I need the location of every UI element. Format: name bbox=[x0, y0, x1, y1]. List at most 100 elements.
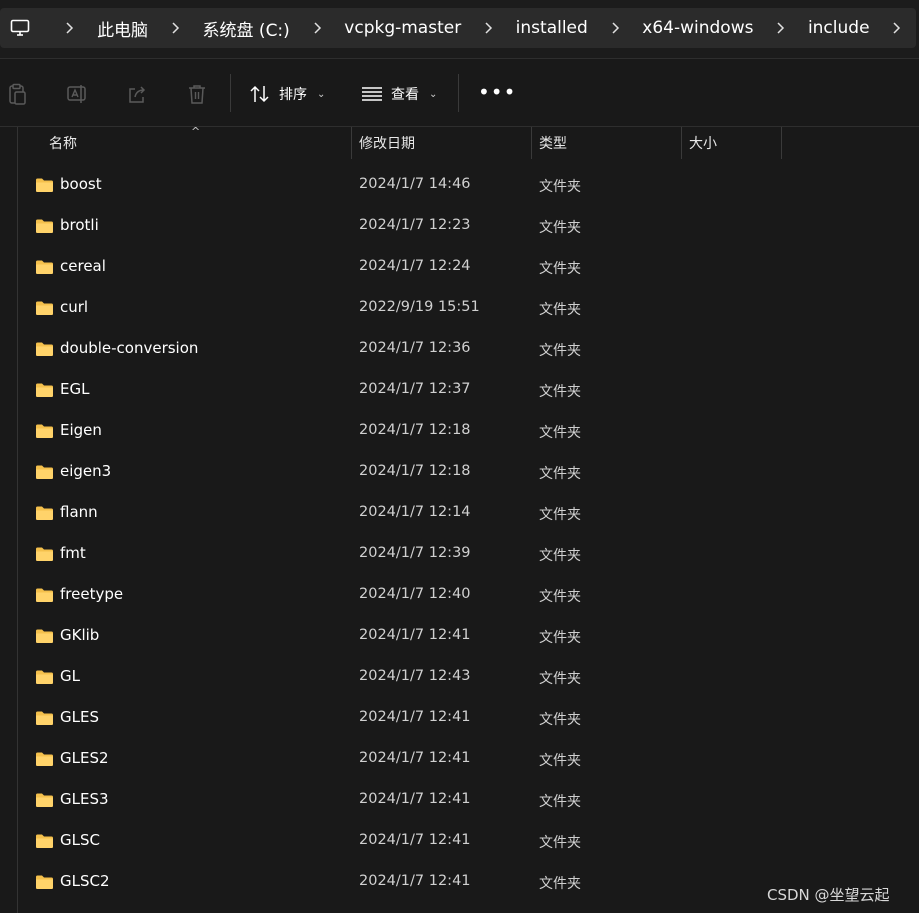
file-type: 文件夹 bbox=[539, 179, 581, 195]
file-modified-date: 2024/1/7 12:41 bbox=[359, 627, 471, 643]
breadcrumb[interactable]: 此电脑 系统盘 (C:) vcpkg-master installed x64-… bbox=[0, 8, 916, 48]
breadcrumb-item-installed[interactable]: installed bbox=[508, 18, 596, 38]
folder-icon bbox=[35, 587, 54, 603]
file-name[interactable]: Eigen bbox=[60, 421, 102, 439]
folder-icon bbox=[35, 792, 54, 808]
file-name[interactable]: fmt bbox=[60, 544, 86, 562]
column-header-size[interactable]: 大小 bbox=[682, 127, 717, 159]
delete-icon[interactable] bbox=[185, 82, 209, 106]
folder-icon bbox=[35, 628, 54, 644]
file-name[interactable]: GLES3 bbox=[60, 790, 109, 808]
folder-icon bbox=[35, 710, 54, 726]
file-type: 文件夹 bbox=[539, 425, 581, 441]
sort-ascending-icon: ^ bbox=[191, 125, 201, 138]
list-item[interactable]: flann 2024/1/7 12:14 文件夹 bbox=[0, 492, 919, 533]
folder-icon bbox=[35, 751, 54, 767]
list-item[interactable]: freetype 2024/1/7 12:40 文件夹 bbox=[0, 574, 919, 615]
file-modified-date: 2024/1/7 12:18 bbox=[359, 422, 471, 438]
watermark: CSDN @坐望云起 bbox=[767, 886, 890, 904]
folder-icon bbox=[35, 874, 54, 890]
view-label: 查看 bbox=[391, 87, 419, 103]
sort-icon bbox=[250, 85, 269, 103]
column-header-type[interactable]: 类型 bbox=[532, 127, 567, 159]
chevron-right-icon[interactable] bbox=[59, 22, 81, 34]
list-item[interactable]: cereal 2024/1/7 12:24 文件夹 bbox=[0, 246, 919, 287]
list-item[interactable]: EGL 2024/1/7 12:37 文件夹 bbox=[0, 369, 919, 410]
list-item[interactable]: fmt 2024/1/7 12:39 文件夹 bbox=[0, 533, 919, 574]
list-item[interactable]: brotli 2024/1/7 12:23 文件夹 bbox=[0, 205, 919, 246]
folder-icon bbox=[35, 669, 54, 685]
file-name[interactable]: EGL bbox=[60, 380, 89, 398]
file-name[interactable]: boost bbox=[60, 175, 102, 193]
file-name[interactable]: brotli bbox=[60, 216, 99, 234]
computer-icon[interactable] bbox=[10, 18, 31, 38]
list-item[interactable]: curl 2022/9/19 15:51 文件夹 bbox=[0, 287, 919, 328]
file-name[interactable]: GL bbox=[60, 667, 80, 685]
breadcrumb-item-this-pc[interactable]: 此电脑 bbox=[89, 16, 156, 41]
file-type: 文件夹 bbox=[539, 507, 581, 523]
sort-label: 排序 bbox=[279, 87, 307, 103]
file-modified-date: 2022/9/19 15:51 bbox=[359, 299, 480, 315]
file-modified-date: 2024/1/7 12:41 bbox=[359, 791, 471, 807]
file-modified-date: 2024/1/7 12:39 bbox=[359, 545, 471, 561]
file-name[interactable]: flann bbox=[60, 503, 98, 521]
view-button[interactable]: 查看 ⌄ bbox=[361, 81, 437, 107]
file-modified-date: 2024/1/7 12:41 bbox=[359, 832, 471, 848]
share-icon[interactable] bbox=[125, 82, 149, 106]
file-modified-date: 2024/1/7 12:14 bbox=[359, 504, 471, 520]
toolbar-divider bbox=[458, 74, 459, 112]
breadcrumb-item-vcpkg-master[interactable]: vcpkg-master bbox=[336, 18, 469, 38]
file-list: boost 2024/1/7 14:46 文件夹 brotli 2024/1/7 12:… bbox=[0, 164, 919, 902]
file-name[interactable]: eigen3 bbox=[60, 462, 111, 480]
file-type: 文件夹 bbox=[539, 835, 581, 851]
chevron-right-icon[interactable] bbox=[164, 22, 186, 34]
sort-button[interactable]: 排序 ⌄ bbox=[249, 81, 325, 107]
file-modified-date: 2024/1/7 14:46 bbox=[359, 176, 471, 192]
list-item[interactable]: GKlib 2024/1/7 12:41 文件夹 bbox=[0, 615, 919, 656]
list-item[interactable]: double-conversion 2024/1/7 12:36 文件夹 bbox=[0, 328, 919, 369]
breadcrumb-item-include[interactable]: include bbox=[800, 18, 878, 38]
rename-icon[interactable] bbox=[65, 82, 89, 106]
divider bbox=[0, 58, 919, 59]
breadcrumb-item-x64-windows[interactable]: x64-windows bbox=[634, 18, 761, 38]
file-type: 文件夹 bbox=[539, 302, 581, 318]
list-item[interactable]: GLES 2024/1/7 12:41 文件夹 bbox=[0, 697, 919, 738]
toolbar-divider bbox=[230, 74, 231, 112]
list-item[interactable]: GL 2024/1/7 12:43 文件夹 bbox=[0, 656, 919, 697]
column-resizer[interactable] bbox=[781, 127, 782, 159]
copy-icon[interactable] bbox=[5, 82, 29, 106]
list-item[interactable]: GLSC 2024/1/7 12:41 文件夹 bbox=[0, 820, 919, 861]
more-options-button[interactable]: ••• bbox=[478, 82, 516, 102]
chevron-right-icon[interactable] bbox=[306, 22, 328, 34]
list-item[interactable]: GLES3 2024/1/7 12:41 文件夹 bbox=[0, 779, 919, 820]
file-type: 文件夹 bbox=[539, 589, 581, 605]
list-item[interactable]: boost 2024/1/7 14:46 文件夹 bbox=[0, 164, 919, 205]
file-name[interactable]: GLES2 bbox=[60, 749, 109, 767]
breadcrumb-item-system-drive[interactable]: 系统盘 (C:) bbox=[195, 16, 298, 41]
file-modified-date: 2024/1/7 12:41 bbox=[359, 709, 471, 725]
chevron-right-icon[interactable] bbox=[886, 22, 908, 34]
list-item[interactable]: eigen3 2024/1/7 12:18 文件夹 bbox=[0, 451, 919, 492]
file-modified-date: 2024/1/7 12:41 bbox=[359, 873, 471, 889]
file-name[interactable]: GLSC2 bbox=[60, 872, 110, 890]
file-type: 文件夹 bbox=[539, 630, 581, 646]
folder-icon bbox=[35, 259, 54, 275]
file-modified-date: 2024/1/7 12:36 bbox=[359, 340, 471, 356]
list-item[interactable]: GLES2 2024/1/7 12:41 文件夹 bbox=[0, 738, 919, 779]
folder-icon bbox=[35, 423, 54, 439]
file-name[interactable]: double-conversion bbox=[60, 339, 198, 357]
list-item[interactable]: Eigen 2024/1/7 12:18 文件夹 bbox=[0, 410, 919, 451]
file-name[interactable]: cereal bbox=[60, 257, 106, 275]
file-name[interactable]: GKlib bbox=[60, 626, 99, 644]
chevron-down-icon: ⌄ bbox=[317, 88, 326, 100]
folder-icon bbox=[35, 546, 54, 562]
column-header-modified[interactable]: 修改日期 bbox=[352, 127, 415, 159]
file-name[interactable]: GLES bbox=[60, 708, 99, 726]
file-name[interactable]: GLSC bbox=[60, 831, 100, 849]
chevron-right-icon[interactable] bbox=[769, 22, 791, 34]
file-name[interactable]: freetype bbox=[60, 585, 123, 603]
column-header-name[interactable]: 名称 bbox=[42, 127, 77, 159]
chevron-right-icon[interactable] bbox=[477, 22, 499, 34]
file-name[interactable]: curl bbox=[60, 298, 88, 316]
chevron-right-icon[interactable] bbox=[604, 22, 626, 34]
